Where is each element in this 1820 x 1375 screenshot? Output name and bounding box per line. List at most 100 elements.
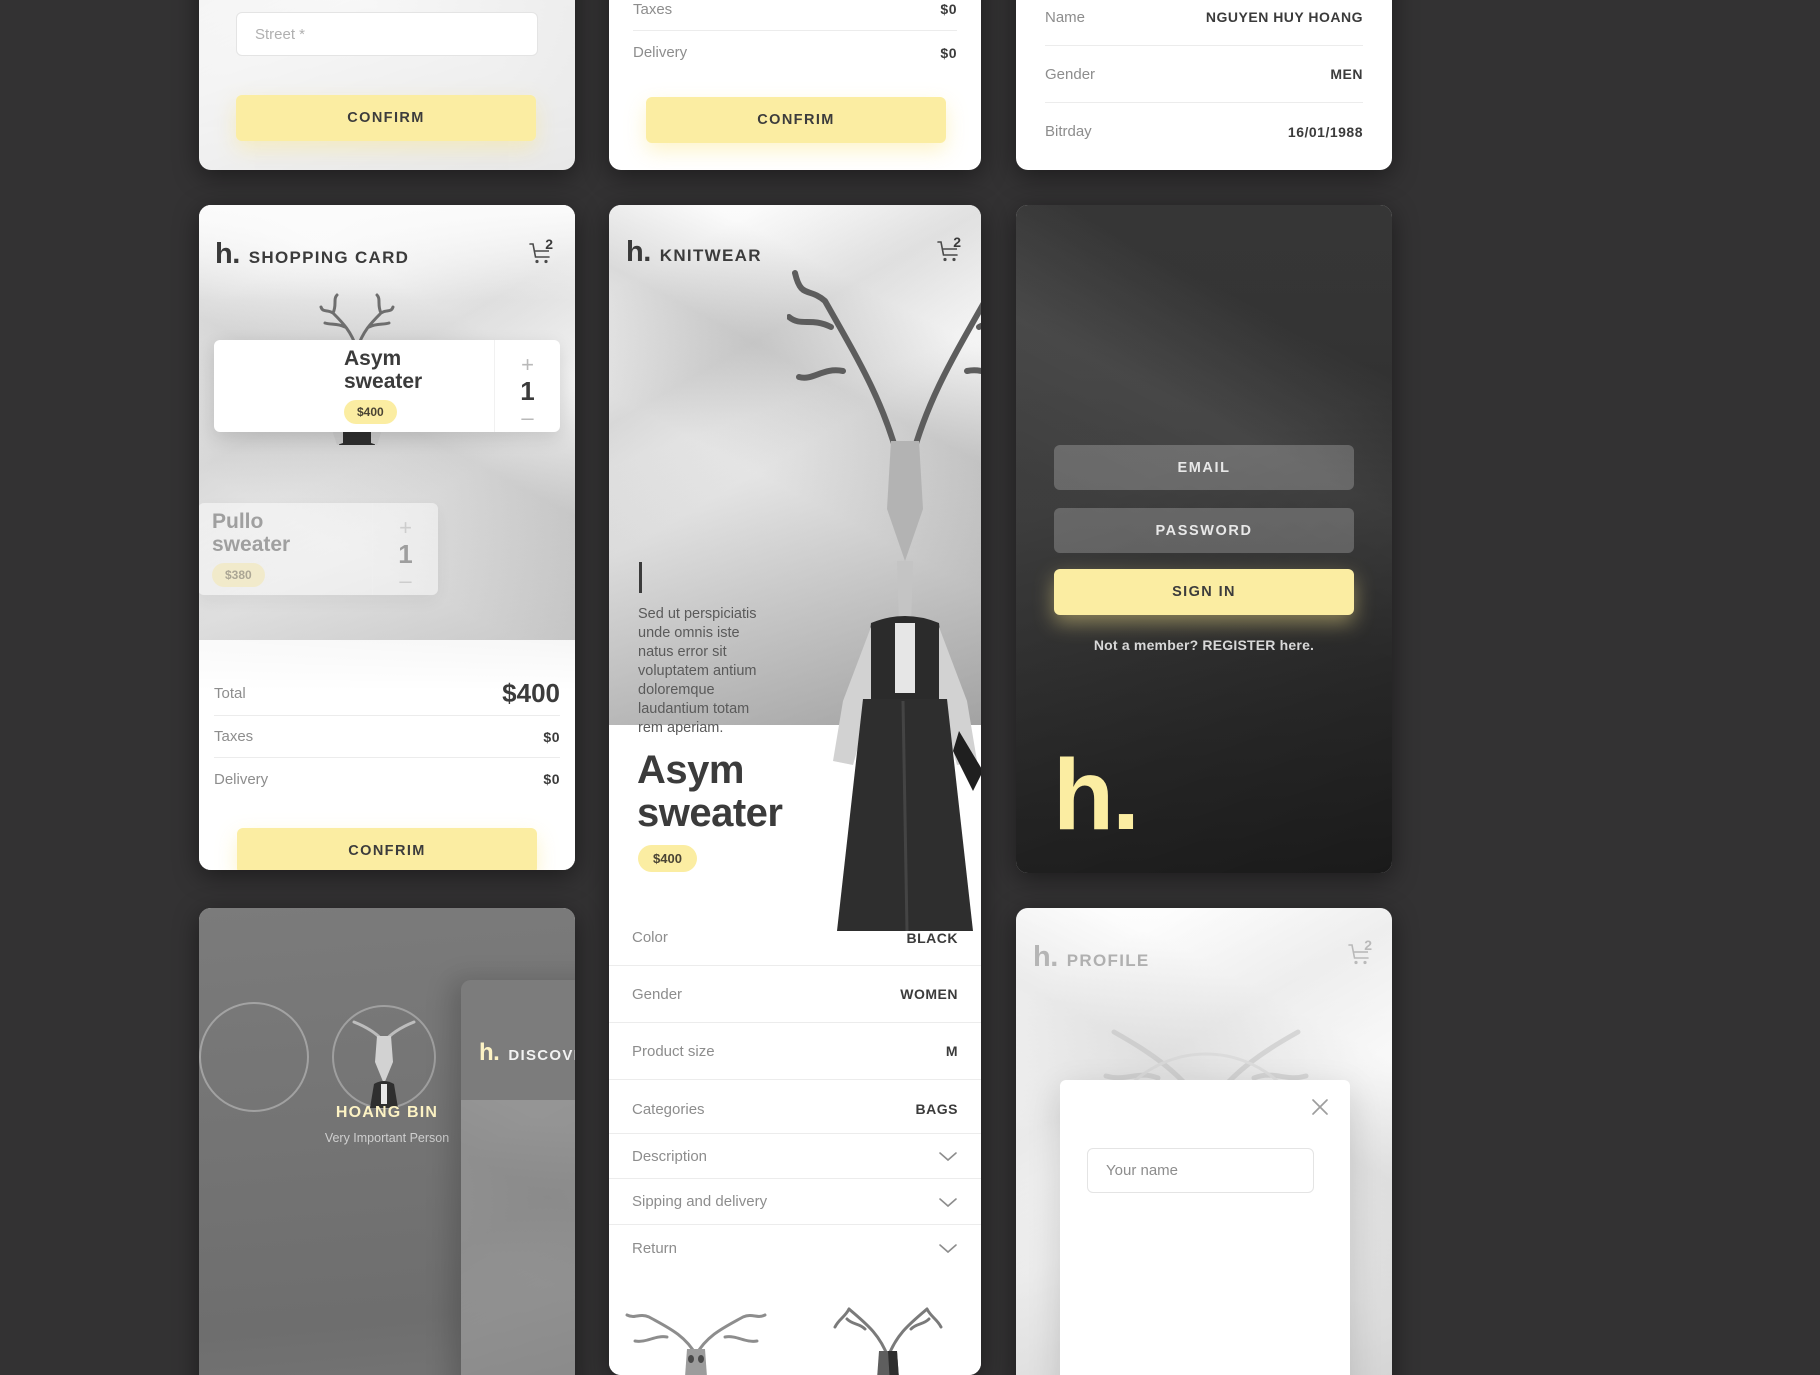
cart-badge-count: 2 xyxy=(545,236,553,252)
product-hero-photo xyxy=(786,231,981,932)
card-account-info: Name NGUYEN HUY HOANG Gender MEN Bitrday… xyxy=(1016,0,1392,170)
account-row: Name NGUYEN HUY HOANG xyxy=(1045,0,1363,46)
cart-icon[interactable]: 2 xyxy=(1344,937,1374,970)
card-address: Street * CONFIRM xyxy=(199,0,575,170)
total-row: Delivery $0 xyxy=(214,758,560,800)
accordion-return[interactable]: Return xyxy=(609,1225,981,1271)
spec-row: Product size M xyxy=(609,1023,981,1080)
street-input[interactable]: Street * xyxy=(236,12,538,56)
item-price-badge: $400 xyxy=(344,399,397,424)
avatar xyxy=(199,1002,309,1112)
row-value: MEN xyxy=(1330,66,1363,82)
row-label: Gender xyxy=(1045,65,1096,83)
confirm-button-summary[interactable]: CONFRIM xyxy=(646,97,946,143)
row-value: $0 xyxy=(543,728,560,745)
confirm-button-shopping[interactable]: CONFRIM xyxy=(237,828,537,870)
brand-logo-large: h. xyxy=(1053,739,1140,851)
accordion-description[interactable]: Description xyxy=(609,1133,981,1179)
row-value: WOMEN xyxy=(900,986,958,1002)
quantity-stepper[interactable]: + 1 – xyxy=(494,340,560,432)
brand-logo: h. xyxy=(626,236,651,268)
brand-logo: h. xyxy=(215,238,240,270)
product-price-badge: $400 xyxy=(638,845,697,872)
card-shopping: h. SHOPPING CARD 2 Asym sweater $400 + 1… xyxy=(199,205,575,870)
increment-button[interactable]: + xyxy=(521,354,534,376)
quantity-stepper[interactable]: + 1 – xyxy=(372,503,438,595)
row-label: Taxes xyxy=(633,0,673,18)
row-label: Color xyxy=(632,929,668,946)
row-label: Delivery xyxy=(214,770,269,788)
decrement-button[interactable]: – xyxy=(521,407,533,429)
summary-row: Delivery $0 xyxy=(633,31,957,74)
cart-icon[interactable]: 2 xyxy=(525,236,555,269)
spec-row: Categories BAGS xyxy=(609,1080,981,1138)
sign-in-button[interactable]: SIGN IN xyxy=(1054,569,1354,615)
row-label: Taxes xyxy=(214,728,254,745)
totals-panel: Total $400 Taxes $0 Delivery $0 CONFRIM xyxy=(199,640,575,870)
page-title: KNITWEAR xyxy=(659,246,762,265)
discover-panel[interactable]: h. DISCOVER xyxy=(461,980,575,1375)
brand-logo: h. xyxy=(479,1039,500,1066)
item-name-line2: sweater xyxy=(212,533,291,556)
accordion-shipping[interactable]: Sipping and delivery xyxy=(609,1179,981,1225)
increment-button[interactable]: + xyxy=(399,517,412,539)
knitwear-header: h. KNITWEAR xyxy=(626,236,762,268)
row-value: $0 xyxy=(940,44,957,61)
profile-header: h. PROFILE xyxy=(1033,941,1150,973)
email-field[interactable]: EMAIL xyxy=(1054,445,1354,490)
row-value: BAGS xyxy=(915,1101,958,1117)
card-checkout-summary: Taxes $0 Delivery $0 CONFRIM xyxy=(609,0,981,170)
discover-header: h. DISCOVER xyxy=(479,1039,575,1066)
chevron-down-icon xyxy=(938,1196,958,1208)
row-label: Delivery xyxy=(633,44,688,61)
your-name-input[interactable]: Your name xyxy=(1087,1148,1314,1193)
card-login: EMAIL PASSWORD SIGN IN Not a member? REG… xyxy=(1016,205,1392,873)
decrement-button[interactable]: – xyxy=(399,570,411,592)
accordion-label: Return xyxy=(632,1239,678,1257)
cart-item-row: Pullo sweater $380 + 1 – xyxy=(199,503,438,595)
item-name-line1: Pullo xyxy=(212,510,264,534)
accordion-label: Sipping and delivery xyxy=(632,1193,768,1210)
row-label: Total xyxy=(214,685,246,702)
item-price-badge: $380 xyxy=(212,562,265,587)
screenshot-board: Street * CONFIRM Taxes $0 Delivery $0 CO… xyxy=(0,0,1820,1375)
shopping-header: h. SHOPPING CARD xyxy=(215,238,409,270)
row-value: 16/01/1988 xyxy=(1287,123,1363,140)
related-thumbnail[interactable] xyxy=(813,1293,963,1375)
row-value: M xyxy=(945,1043,958,1059)
row-label: Categories xyxy=(632,1100,705,1118)
total-row: Taxes $0 xyxy=(214,716,560,758)
brand-logo: h. xyxy=(1033,941,1058,973)
row-value: $0 xyxy=(940,1,957,17)
product-title: Asym sweater xyxy=(637,748,783,835)
card-member: HOANG BIN Very Important Person h. DISCO… xyxy=(199,908,575,1375)
quantity-value: 1 xyxy=(398,539,413,569)
card-profile: h. PROFILE 2 Your name xyxy=(1016,908,1392,1375)
total-row: Total $400 xyxy=(214,672,560,716)
quantity-value: 1 xyxy=(520,376,535,406)
row-value: $0 xyxy=(543,771,560,787)
confirm-button-address[interactable]: CONFIRM xyxy=(236,95,536,141)
profile-modal: Your name xyxy=(1060,1080,1350,1375)
chevron-down-icon xyxy=(938,1150,958,1162)
spec-row: Color BLACK xyxy=(609,910,981,966)
cart-item-row: Asym sweater $400 + 1 – xyxy=(214,340,560,432)
row-value: BLACK xyxy=(906,929,958,946)
chevron-down-icon xyxy=(938,1242,958,1254)
item-name-line2: sweater xyxy=(344,370,423,393)
item-name-line1: Asym xyxy=(344,347,402,371)
account-row: Gender MEN xyxy=(1045,46,1363,103)
discover-label: DISCOVER xyxy=(508,1047,575,1064)
cart-badge-count: 2 xyxy=(1364,937,1372,953)
row-value: NGUYEN HUY HOANG xyxy=(1205,9,1363,25)
accordion-label: Description xyxy=(632,1147,708,1165)
register-link[interactable]: Not a member? REGISTER here. xyxy=(1016,637,1392,653)
row-label: Gender xyxy=(632,985,683,1003)
close-icon[interactable] xyxy=(1308,1095,1332,1119)
related-thumbnail[interactable] xyxy=(621,1293,771,1375)
row-value: $400 xyxy=(502,678,560,708)
row-label: Product size xyxy=(632,1042,715,1060)
page-title: PROFILE xyxy=(1066,951,1150,970)
password-field[interactable]: PASSWORD xyxy=(1054,508,1354,553)
row-label: Name xyxy=(1045,8,1086,26)
